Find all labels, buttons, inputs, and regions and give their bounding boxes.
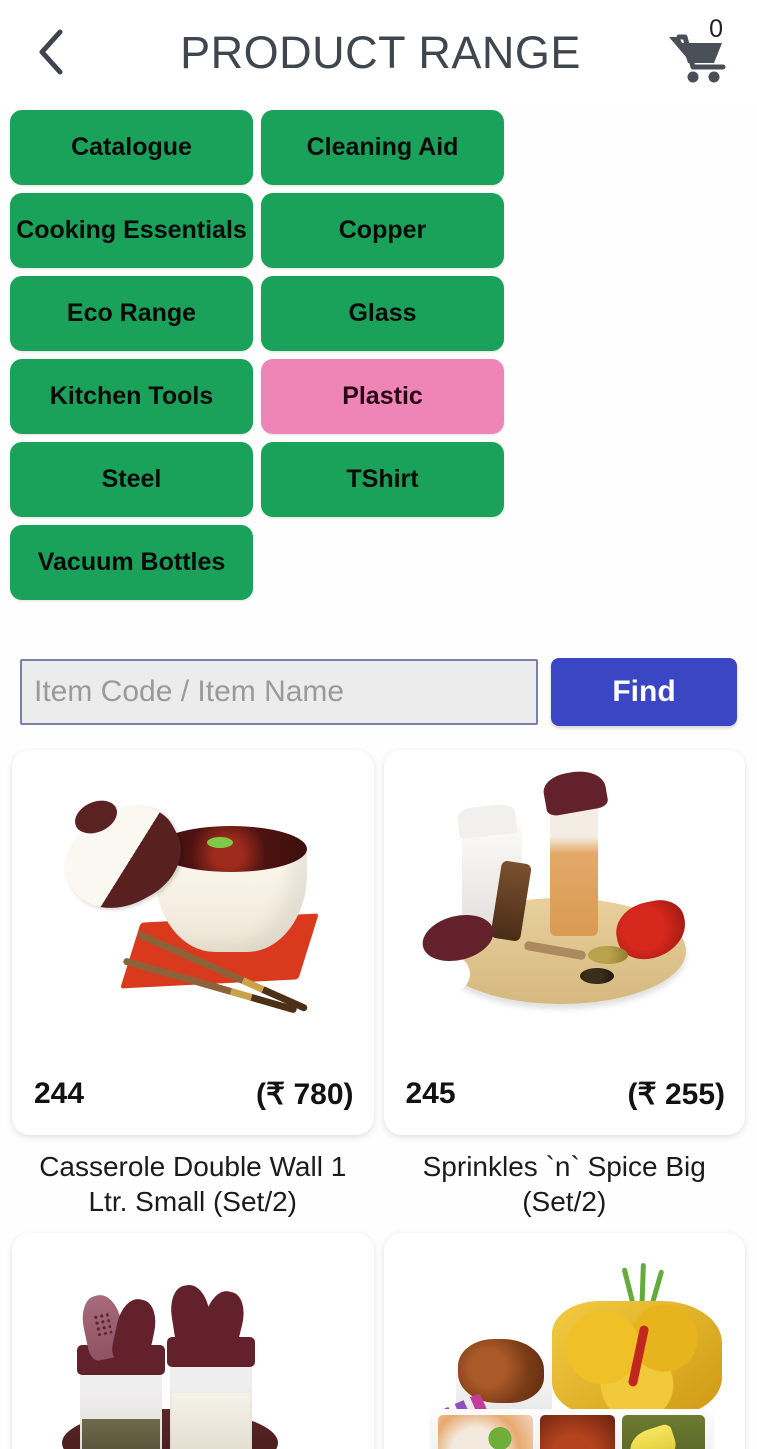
category-chip-kitchen-tools[interactable]: Kitchen Tools — [10, 359, 253, 434]
product-item — [383, 1233, 745, 1449]
cart-count-badge: 0 — [709, 15, 723, 43]
product-title: Casserole Double Wall 1 Ltr. Small (Set/… — [39, 1151, 347, 1217]
product-code: 244 — [34, 1077, 85, 1110]
product-card-244[interactable]: 244 (₹ 780) — [12, 750, 374, 1135]
product-price: (₹ 780) — [256, 1077, 354, 1111]
product-card-spice-shaker-set[interactable] — [12, 1233, 374, 1449]
category-chip-glass[interactable]: Glass — [261, 276, 504, 351]
product-price: (₹ 255) — [627, 1077, 725, 1111]
product-card-lunch-box[interactable] — [383, 1233, 745, 1449]
search-input[interactable] — [20, 659, 538, 725]
chevron-left-icon — [38, 29, 64, 75]
lunch-box-photo — [383, 1233, 745, 1449]
product-meta: 244 (₹ 780) — [12, 1063, 374, 1135]
search-row: Find — [0, 600, 757, 726]
category-chip-eco-range[interactable]: Eco Range — [10, 276, 253, 351]
cart-button[interactable]: 0 — [647, 15, 731, 85]
category-chip-plastic[interactable]: Plastic — [261, 359, 504, 434]
back-button[interactable] — [26, 27, 76, 77]
category-chip-cooking-essentials[interactable]: Cooking Essentials — [10, 193, 253, 268]
product-title: Sprinkles `n` Spice Big (Set/2) — [422, 1151, 706, 1217]
category-chip-vacuum-bottles[interactable]: Vacuum Bottles — [10, 525, 253, 600]
category-chip-tshirt[interactable]: TShirt — [261, 442, 504, 517]
product-grid: 244 (₹ 780) Casserole Double Wall 1 Ltr.… — [0, 750, 757, 1449]
product-range-screen: PRODUCT RANGE 0 Catalogue Cleaning Aid C… — [0, 0, 757, 1449]
find-button[interactable]: Find — [551, 658, 737, 726]
product-item: 244 (₹ 780) Casserole Double Wall 1 Ltr.… — [12, 750, 374, 1219]
spice-shaker-set-photo — [12, 1233, 374, 1449]
product-code: 245 — [405, 1077, 456, 1110]
page-title: PRODUCT RANGE — [180, 26, 581, 78]
category-chip-catalogue[interactable]: Catalogue — [10, 110, 253, 185]
category-chip-steel[interactable]: Steel — [10, 442, 253, 517]
product-item — [12, 1233, 374, 1449]
product-meta: 245 (₹ 255) — [384, 1063, 746, 1135]
product-item: 245 (₹ 255) Sprinkles `n` Spice Big (Set… — [383, 750, 746, 1219]
category-chip-cleaning-aid[interactable]: Cleaning Aid — [261, 110, 504, 185]
sprinkles-n-spice-big-photo — [383, 750, 745, 1063]
product-card-245[interactable]: 245 (₹ 255) — [383, 750, 746, 1135]
category-chip-copper[interactable]: Copper — [261, 193, 504, 268]
casserole-double-wall-photo — [12, 750, 374, 1063]
app-header: PRODUCT RANGE 0 — [0, 0, 757, 104]
category-chip-list: Catalogue Cleaning Aid Cooking Essential… — [0, 104, 757, 600]
